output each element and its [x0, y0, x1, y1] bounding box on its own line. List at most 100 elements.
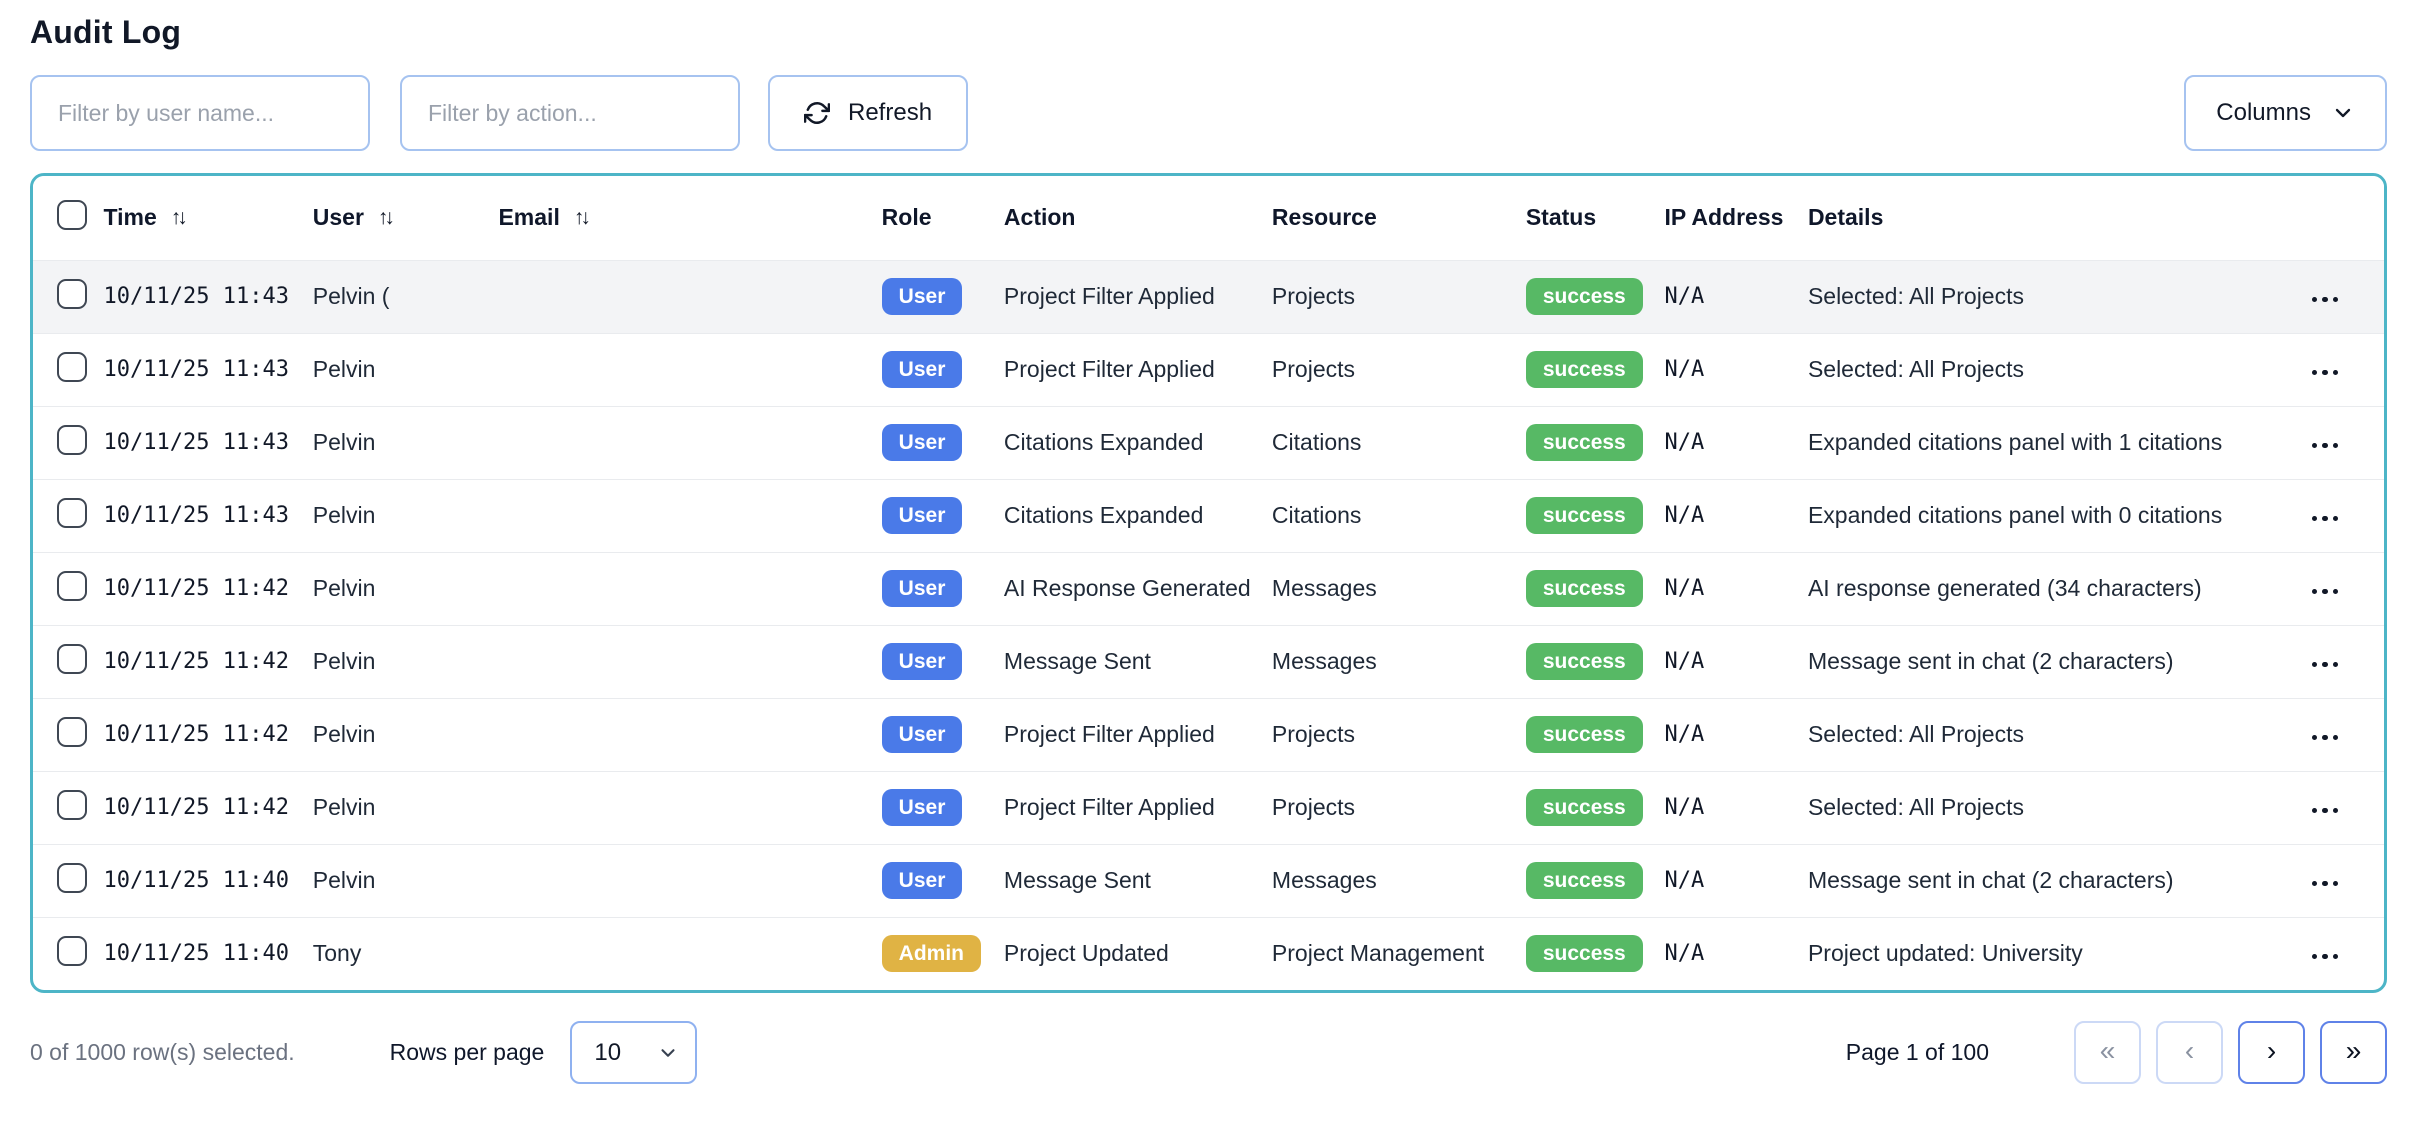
role-badge: User: [882, 789, 963, 826]
chevron-down-icon: [657, 1042, 679, 1064]
row-checkbox[interactable]: [57, 790, 87, 820]
user-cell: Pelvin: [313, 771, 499, 844]
refresh-button-label: Refresh: [848, 99, 932, 127]
status-column-header: Status: [1526, 176, 1665, 260]
status-badge: success: [1526, 424, 1643, 461]
sort-arrows-icon: ↑↓: [171, 206, 184, 230]
row-actions-button[interactable]: [2302, 287, 2349, 313]
row-actions-button[interactable]: [2302, 360, 2349, 386]
row-actions-button[interactable]: [2302, 652, 2349, 678]
time-cell: 10/11/25 11:43: [104, 333, 313, 406]
role-badge: User: [882, 716, 963, 753]
row-checkbox[interactable]: [57, 352, 87, 382]
ip-cell: N/A: [1665, 260, 1808, 333]
columns-button-label: Columns: [2216, 99, 2311, 127]
ip-cell: N/A: [1665, 406, 1808, 479]
row-checkbox[interactable]: [57, 279, 87, 309]
user-filter-input[interactable]: [30, 75, 370, 151]
email-column-header: Email: [498, 204, 559, 231]
action-cell: Project Filter Applied: [1004, 333, 1272, 406]
role-badge: User: [882, 497, 963, 534]
select-all-checkbox[interactable]: [57, 200, 87, 230]
user-cell: Pelvin: [313, 333, 499, 406]
pagination-controls: «‹›»: [2074, 1021, 2387, 1084]
resource-cell: Citations: [1272, 406, 1526, 479]
action-cell: Message Sent: [1004, 844, 1272, 917]
email-cell: [498, 698, 881, 771]
table-row: 10/11/25 11:43 Pelvin User Project Filte…: [33, 333, 2384, 406]
table-row: 10/11/25 11:42 Pelvin User Project Filte…: [33, 771, 2384, 844]
row-checkbox[interactable]: [57, 498, 87, 528]
status-badge: success: [1526, 351, 1643, 388]
table-row: 10/11/25 11:42 Pelvin User AI Response G…: [33, 552, 2384, 625]
rows-per-page-select[interactable]: 10: [570, 1021, 697, 1084]
resource-cell: Messages: [1272, 625, 1526, 698]
ip-cell: N/A: [1665, 844, 1808, 917]
status-badge: success: [1526, 935, 1643, 972]
action-filter-input[interactable]: [400, 75, 740, 151]
table-body: 10/11/25 11:43 Pelvin ( User Project Fil…: [33, 260, 2384, 990]
resource-cell: Projects: [1272, 260, 1526, 333]
row-checkbox[interactable]: [57, 717, 87, 747]
refresh-button[interactable]: Refresh: [768, 75, 968, 151]
ip-cell: N/A: [1665, 479, 1808, 552]
table-row: 10/11/25 11:43 Pelvin User Citations Exp…: [33, 479, 2384, 552]
chevron-down-icon: [2331, 101, 2355, 125]
row-actions-button[interactable]: [2302, 433, 2349, 459]
role-badge: User: [882, 351, 963, 388]
details-cell: Selected: All Projects: [1808, 333, 2302, 406]
last-page-button[interactable]: »: [2320, 1021, 2387, 1084]
row-actions-button[interactable]: [2302, 871, 2349, 897]
sort-by-email[interactable]: Email ↑↓: [498, 204, 586, 231]
row-checkbox[interactable]: [57, 936, 87, 966]
resource-cell: Projects: [1272, 771, 1526, 844]
email-cell: [498, 771, 881, 844]
time-column-header: Time: [104, 204, 157, 231]
row-actions-button[interactable]: [2302, 725, 2349, 751]
action-cell: Project Filter Applied: [1004, 260, 1272, 333]
time-cell: 10/11/25 11:40: [104, 844, 313, 917]
row-checkbox[interactable]: [57, 571, 87, 601]
details-cell: Expanded citations panel with 0 citation…: [1808, 479, 2302, 552]
email-cell: [498, 260, 881, 333]
email-cell: [498, 844, 881, 917]
details-cell: Message sent in chat (2 characters): [1808, 625, 2302, 698]
row-actions-button[interactable]: [2302, 798, 2349, 824]
table-row: 10/11/25 11:42 Pelvin User Project Filte…: [33, 698, 2384, 771]
status-badge: success: [1526, 278, 1643, 315]
first-page-button: «: [2074, 1021, 2141, 1084]
audit-log-table-card: Time ↑↓ User ↑↓ Email ↑↓ Role: [30, 173, 2387, 993]
details-column-header: Details: [1808, 176, 2302, 260]
table-row: 10/11/25 11:40 Tony Admin Project Update…: [33, 917, 2384, 990]
role-badge: User: [882, 643, 963, 680]
rows-per-page-label: Rows per page: [390, 1039, 545, 1066]
ip-cell: N/A: [1665, 917, 1808, 990]
row-actions-button[interactable]: [2302, 506, 2349, 532]
row-checkbox[interactable]: [57, 644, 87, 674]
columns-button[interactable]: Columns: [2184, 75, 2387, 151]
user-cell: Pelvin: [313, 844, 499, 917]
row-checkbox[interactable]: [57, 425, 87, 455]
ip-column-header: IP Address: [1665, 176, 1808, 260]
row-actions-button[interactable]: [2302, 579, 2349, 605]
actions-column-header: [2302, 176, 2384, 260]
email-cell: [498, 625, 881, 698]
user-column-header: User: [313, 204, 364, 231]
status-badge: success: [1526, 716, 1643, 753]
details-cell: Selected: All Projects: [1808, 260, 2302, 333]
next-page-button[interactable]: ›: [2238, 1021, 2305, 1084]
user-cell: Pelvin: [313, 552, 499, 625]
action-cell: Project Filter Applied: [1004, 771, 1272, 844]
email-cell: [498, 479, 881, 552]
time-cell: 10/11/25 11:43: [104, 479, 313, 552]
sort-by-time[interactable]: Time ↑↓: [104, 204, 184, 231]
row-actions-button[interactable]: [2302, 944, 2349, 970]
table-row: 10/11/25 11:42 Pelvin User Message Sent …: [33, 625, 2384, 698]
status-badge: success: [1526, 789, 1643, 826]
action-cell: Citations Expanded: [1004, 406, 1272, 479]
sort-by-user[interactable]: User ↑↓: [313, 204, 391, 231]
resource-cell: Project Management: [1272, 917, 1526, 990]
row-checkbox[interactable]: [57, 863, 87, 893]
email-cell: [498, 552, 881, 625]
role-badge: User: [882, 862, 963, 899]
